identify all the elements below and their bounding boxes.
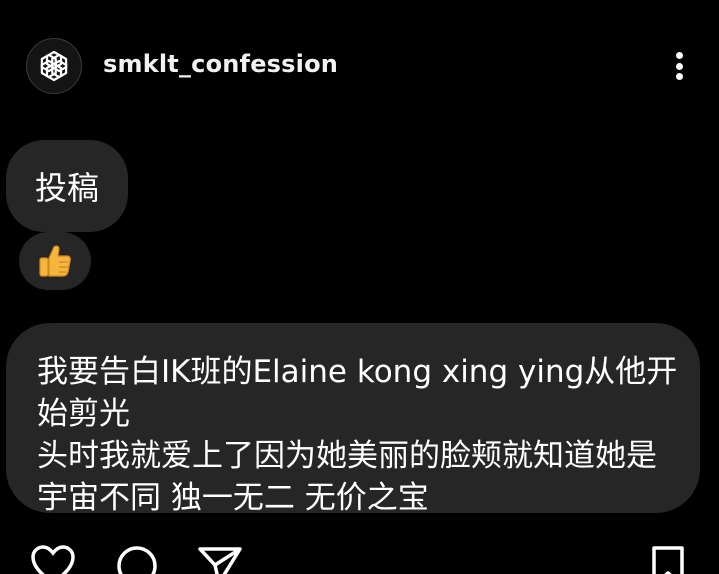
message-bubble: 投稿 xyxy=(6,140,128,232)
more-options-button[interactable] xyxy=(664,48,694,84)
comment-icon[interactable] xyxy=(114,545,160,574)
share-icon[interactable] xyxy=(197,545,243,574)
more-vertical-icon xyxy=(675,52,683,59)
heart-icon[interactable] xyxy=(30,545,76,574)
post-actions xyxy=(0,535,719,574)
post-header: smklt_confession xyxy=(0,0,719,130)
openai-logo-icon xyxy=(40,50,68,82)
thumbs-up-icon xyxy=(39,245,71,277)
bookmark-icon[interactable] xyxy=(648,545,688,574)
reaction-badge[interactable] xyxy=(19,232,91,290)
more-dot xyxy=(675,73,683,80)
message-bubble: 我要告白IK班的Elaine kong xing ying从他开始剪光 头时我就… xyxy=(6,323,700,513)
avatar[interactable] xyxy=(26,38,82,94)
more-dot xyxy=(675,62,683,70)
username[interactable]: smklt_confession xyxy=(103,50,338,78)
